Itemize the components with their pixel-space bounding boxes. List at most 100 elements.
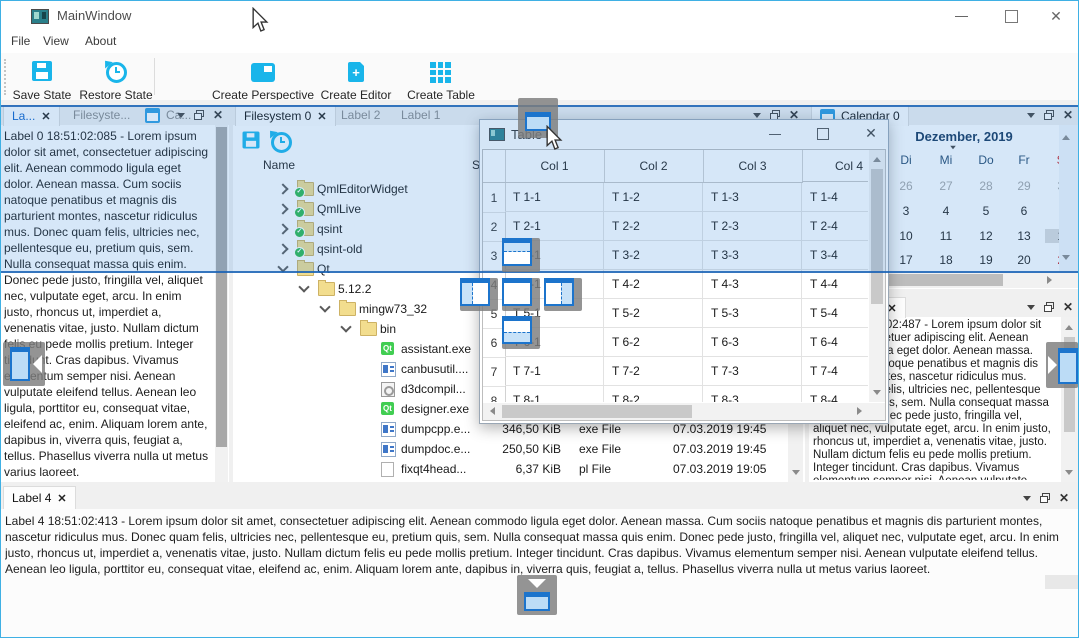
chevron-down-icon[interactable] (298, 281, 309, 292)
table-cell[interactable]: T 8-4 (802, 386, 868, 402)
scroll-down-button[interactable] (788, 464, 804, 480)
filesystem-restore-icon[interactable] (271, 132, 292, 153)
table-column-header[interactable]: Col 4 (802, 150, 868, 182)
dock-menu-icon[interactable] (1027, 113, 1035, 118)
table-cell[interactable]: T 6-3 (703, 328, 802, 357)
menu-about[interactable]: About (85, 34, 116, 48)
calendar-day[interactable]: 11 (927, 229, 965, 243)
table-cell[interactable]: T 3-4 (802, 241, 868, 270)
calendar-day[interactable]: 5 (967, 204, 1005, 218)
table-cell[interactable]: T 7-2 (604, 357, 703, 386)
window-maximize-button[interactable] (996, 5, 1026, 27)
table-cell[interactable]: T 2-4 (802, 212, 868, 241)
table-cell[interactable]: T 2-1 (505, 212, 604, 241)
calendar-day[interactable]: 19 (967, 253, 1005, 267)
close-icon[interactable]: ✕ (1063, 302, 1073, 312)
drop-center-indicator[interactable] (502, 278, 540, 311)
save-state-button[interactable] (32, 61, 52, 81)
scrollbar-thumb[interactable] (216, 127, 227, 447)
label4-scrollbar-thumb[interactable] (1045, 575, 1079, 589)
table-horizontal-scrollbar[interactable] (483, 403, 885, 420)
close-icon[interactable]: ✕ (1063, 110, 1073, 120)
table-cell[interactable]: T 3-2 (604, 241, 703, 270)
calendar-month-header[interactable]: Dezember, 2019 (869, 129, 1059, 144)
table-cell[interactable]: T 4-4 (802, 270, 868, 299)
table-cell[interactable]: T 7-3 (703, 357, 802, 386)
table-cell[interactable]: T 8-1 (505, 386, 604, 402)
scroll-down-button[interactable] (1061, 464, 1077, 480)
table-floating-window[interactable]: Table 0 ✕ Col 1Col 2Col 3Col 41T 1-1T 1-… (479, 119, 889, 424)
table-cell[interactable]: T 4-2 (604, 270, 703, 299)
table-cell[interactable]: T 4-3 (703, 270, 802, 299)
table-window-minimize-button[interactable] (760, 122, 790, 144)
calendar-month-dropdown-icon[interactable] (950, 146, 956, 150)
table-window-close-button[interactable]: ✕ (856, 122, 886, 144)
float-window-icon[interactable] (1040, 493, 1050, 503)
tab-label4[interactable]: Label 4 (3, 486, 76, 509)
table-column-header[interactable]: Col 2 (604, 150, 704, 183)
scroll-down-button[interactable] (869, 384, 885, 400)
window-close-button[interactable]: ✕ (1041, 5, 1071, 27)
table-window-maximize-button[interactable] (808, 122, 838, 144)
calendar-day[interactable]: 4 (927, 204, 965, 218)
table-cell[interactable]: T 2-3 (703, 212, 802, 241)
menu-view[interactable]: View (43, 34, 69, 48)
drop-left-edge-indicator[interactable] (3, 342, 45, 386)
drop-left-indicator[interactable] (460, 278, 498, 311)
table-cell[interactable]: T 7-4 (802, 357, 868, 386)
calendar-day[interactable]: 28 (967, 179, 1005, 193)
table-cell[interactable]: T 1-1 (505, 183, 604, 212)
scrollbar-thumb[interactable] (502, 405, 692, 418)
tab-label2[interactable]: Label 2 (333, 105, 388, 125)
chevron-down-icon[interactable] (277, 261, 288, 272)
drop-bottom-indicator[interactable] (502, 316, 540, 349)
table-cell[interactable]: T 1-4 (802, 183, 868, 212)
float-window-icon[interactable] (1044, 302, 1054, 312)
close-icon[interactable] (41, 109, 50, 123)
table-grid[interactable]: Col 1Col 2Col 3Col 41T 1-1T 1-2T 1-3T 1-… (483, 150, 868, 402)
calendar-day[interactable]: 3 (887, 204, 925, 218)
dock-menu-icon[interactable] (753, 113, 761, 118)
table-cell[interactable]: T 5-4 (802, 299, 868, 328)
create-perspective-icon[interactable] (251, 63, 275, 82)
chevron-right-icon[interactable] (277, 223, 288, 234)
chevron-right-icon[interactable] (277, 183, 288, 194)
scroll-up-button[interactable] (1058, 129, 1074, 145)
scroll-up-button[interactable] (1061, 319, 1077, 335)
table-cell[interactable]: T 7-1 (505, 357, 604, 386)
table-column-header[interactable]: Col 3 (703, 150, 803, 183)
float-window-icon[interactable] (1044, 110, 1054, 120)
calendar-day[interactable]: 29 (1005, 179, 1043, 193)
scroll-left-button[interactable] (484, 403, 500, 419)
create-table-icon[interactable] (430, 62, 451, 83)
table-cell[interactable]: T 3-3 (703, 241, 802, 270)
table-cell[interactable]: T 1-3 (703, 183, 802, 212)
float-window-icon[interactable] (194, 110, 204, 120)
calendar-day[interactable]: 20 (1005, 253, 1043, 267)
table-vertical-scrollbar[interactable] (869, 150, 885, 402)
table-cell[interactable]: T 1-2 (604, 183, 703, 212)
close-icon[interactable] (317, 109, 326, 123)
calendar-day[interactable]: 17 (887, 253, 925, 267)
filesystem-save-icon[interactable] (243, 132, 260, 149)
calendar-day[interactable]: 26 (887, 179, 925, 193)
calendar-day[interactable]: 12 (967, 229, 1005, 243)
menu-file[interactable]: File (11, 34, 30, 48)
scroll-down-button[interactable] (1058, 249, 1074, 265)
tree-name-header[interactable]: Name (263, 158, 295, 172)
calendar-day[interactable]: 10 (887, 229, 925, 243)
drop-top-indicator[interactable] (502, 238, 540, 272)
scroll-right-button[interactable] (1041, 272, 1057, 288)
scroll-up-button[interactable] (869, 151, 885, 167)
drop-right-edge-indicator[interactable] (1046, 342, 1078, 388)
left-dock-scrollbar[interactable] (215, 125, 228, 482)
table-cell[interactable]: T 5-3 (703, 299, 802, 328)
restore-state-button[interactable] (106, 62, 127, 83)
dock-menu-icon[interactable] (177, 113, 185, 118)
chevron-right-icon[interactable] (277, 243, 288, 254)
scroll-right-button[interactable] (851, 403, 867, 419)
table-cell[interactable]: T 2-2 (604, 212, 703, 241)
create-editor-icon[interactable]: + (348, 62, 364, 82)
dock-menu-icon[interactable] (1027, 305, 1035, 310)
tree-row[interactable]: dumpdoc.e...250,50 KiBexe File07.03.2019… (235, 439, 801, 459)
